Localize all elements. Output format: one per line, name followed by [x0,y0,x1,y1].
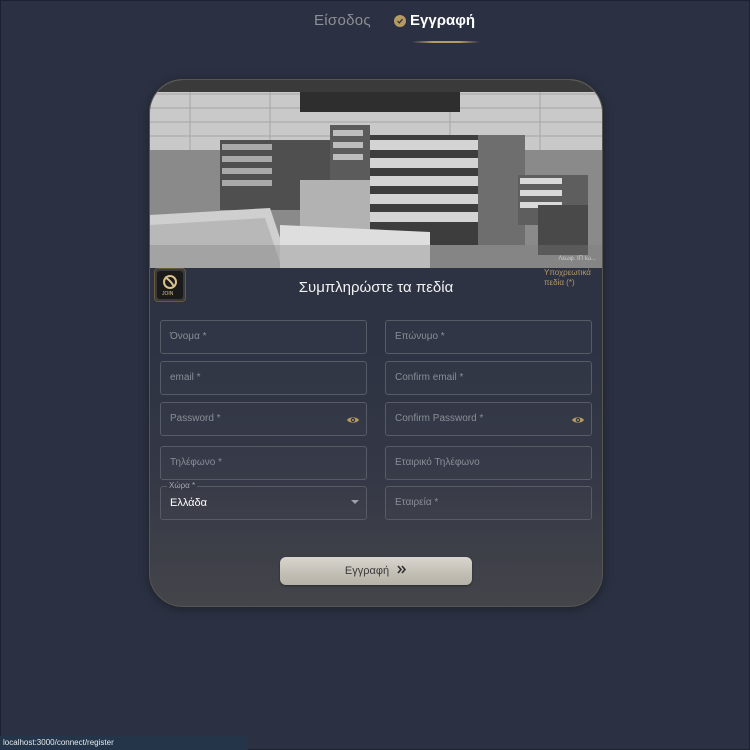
confirm-password-field[interactable]: Confirm Password * [385,402,592,436]
first-name-field[interactable]: Όνομα * [160,320,367,354]
password-field[interactable]: Password * [160,402,367,436]
form-title: Συμπληρώστε τα πεδία [298,279,454,296]
browser-status-bar: localhost:3000/connect/register [0,736,248,750]
confirm-email-placeholder: Confirm email * [395,372,464,383]
country-value: Ελλάδα [170,497,208,509]
required-fields-note: Υποχρεωτικά πεδία (*) [544,268,591,287]
eye-icon[interactable] [346,413,360,427]
register-card: Λεωφ. ΙΠ Ιω... JOIN Συμπληρώστε τα πεδία… [149,79,603,607]
last-name-field[interactable]: Επώνυμο * [385,320,592,354]
country-label: Χώρα * [167,481,198,490]
double-chevron-right-icon [397,565,407,577]
phone-field[interactable]: Τηλέφωνο * [160,446,367,480]
first-name-placeholder: Όνομα * [170,331,207,342]
auth-tabs: Είσοδος Εγγραφή [0,10,750,44]
active-tab-indicator [412,41,480,43]
confirm-password-placeholder: Confirm Password * [395,413,484,424]
phone-placeholder: Τηλέφωνο * [170,457,222,468]
last-name-placeholder: Επώνυμο * [395,331,445,342]
eye-icon[interactable] [571,413,585,427]
tab-login[interactable]: Είσοδος [314,12,371,29]
company-field[interactable]: Εταιρεία * [385,486,592,520]
email-field[interactable]: email * [160,361,367,395]
check-circle-icon [394,14,406,27]
hero-image: Λεωφ. ΙΠ Ιω... [150,80,602,268]
confirm-email-field[interactable]: Confirm email * [385,361,592,395]
tab-register[interactable]: Εγγραφή [394,12,475,29]
register-submit-label: Εγγραφή [344,565,390,577]
company-placeholder: Εταιρεία * [395,497,439,508]
image-credit: Λεωφ. ΙΠ Ιω... [558,256,596,262]
company-phone-placeholder: Εταιρικό Τηλέφωνο [395,457,480,468]
country-select[interactable]: Χώρα * Ελλάδα [160,481,367,520]
tab-register-label: Εγγραφή [410,12,476,29]
register-submit-button[interactable]: Εγγραφή [280,557,472,585]
company-phone-field[interactable]: Εταιρικό Τηλέφωνο [385,446,592,480]
password-placeholder: Password * [170,413,221,424]
email-placeholder: email * [170,372,201,383]
chevron-down-icon [351,500,359,504]
